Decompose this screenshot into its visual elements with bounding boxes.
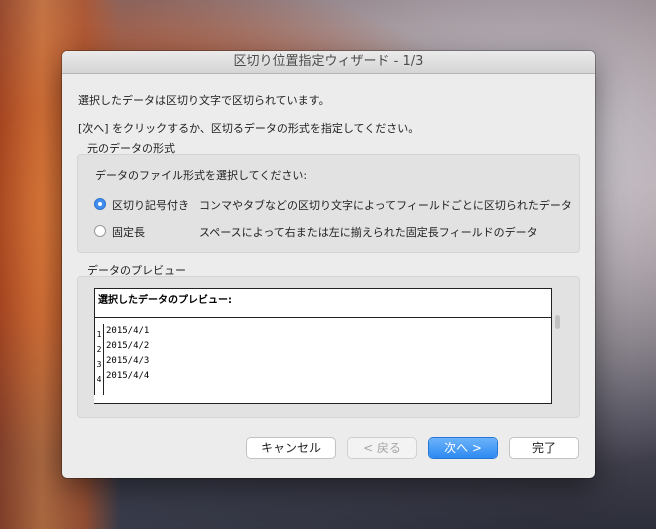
option-delimited-description: コンマやタブなどの区切り文字によってフィールドごとに区切られたデータ (199, 199, 572, 212)
row-value: 2015/4/1 (106, 326, 150, 336)
row-number: 4 (95, 369, 104, 384)
next-button[interactable]: 次へ > (429, 438, 497, 458)
data-preview-pane[interactable]: 選択したデータのプレビュー: 1 2015/4/1 2 2015/4/2 3 2… (94, 288, 552, 404)
row-number: 3 (95, 354, 104, 369)
radio-delimited[interactable] (94, 198, 106, 210)
format-group: データのファイル形式を選択してください: 区切り記号付き コンマやタブなどの区切… (77, 154, 580, 253)
option-delimited-label[interactable]: 区切り記号付き (112, 197, 189, 213)
preview-row: 4 2015/4/4 (95, 369, 551, 384)
preview-row: 2 2015/4/2 (95, 339, 551, 354)
preview-horizontal-scrollbar[interactable] (94, 395, 550, 403)
window-title: 区切り位置指定ウィザード - 1/3 (62, 51, 595, 74)
text-to-columns-wizard-dialog: 区切り位置指定ウィザード - 1/3 選択したデータは区切り文字で区切られていま… (62, 51, 595, 478)
row-number: 2 (95, 339, 104, 354)
preview-row: 1 2015/4/1 (95, 324, 551, 339)
option-fixed-width-label[interactable]: 固定長 (112, 224, 145, 240)
row-number: 1 (95, 324, 104, 339)
option-fixed-width-description: スペースによって右または左に揃えられた固定長フィールドのデータ (199, 226, 538, 239)
format-prompt: データのファイル形式を選択してください: (95, 169, 308, 182)
row-value: 2015/4/4 (106, 371, 150, 381)
preview-group: 選択したデータのプレビュー: 1 2015/4/1 2 2015/4/2 3 2… (77, 276, 580, 418)
option-delimited[interactable]: 区切り記号付き コンマやタブなどの区切り文字によってフィールドごとに区切られたデ… (94, 197, 574, 213)
back-button[interactable]: < 戻る (348, 438, 416, 458)
preview-header: 選択したデータのプレビュー: (95, 289, 551, 318)
row-value: 2015/4/2 (106, 341, 150, 351)
option-fixed-width[interactable]: 固定長 スペースによって右または左に揃えられた固定長フィールドのデータ (94, 224, 574, 240)
preview-row: 3 2015/4/3 (95, 354, 551, 369)
instruction-line-1: 選択したデータは区切り文字で区切られています。 (78, 94, 330, 107)
finish-button[interactable]: 完了 (510, 438, 578, 458)
cancel-button[interactable]: キャンセル (247, 438, 335, 458)
instruction-line-2: [次へ] をクリックするか、区切るデータの形式を指定してください。 (78, 122, 420, 135)
row-value: 2015/4/3 (106, 356, 150, 366)
preview-vertical-scrollbar[interactable] (555, 315, 560, 329)
radio-fixed-width[interactable] (94, 225, 106, 237)
